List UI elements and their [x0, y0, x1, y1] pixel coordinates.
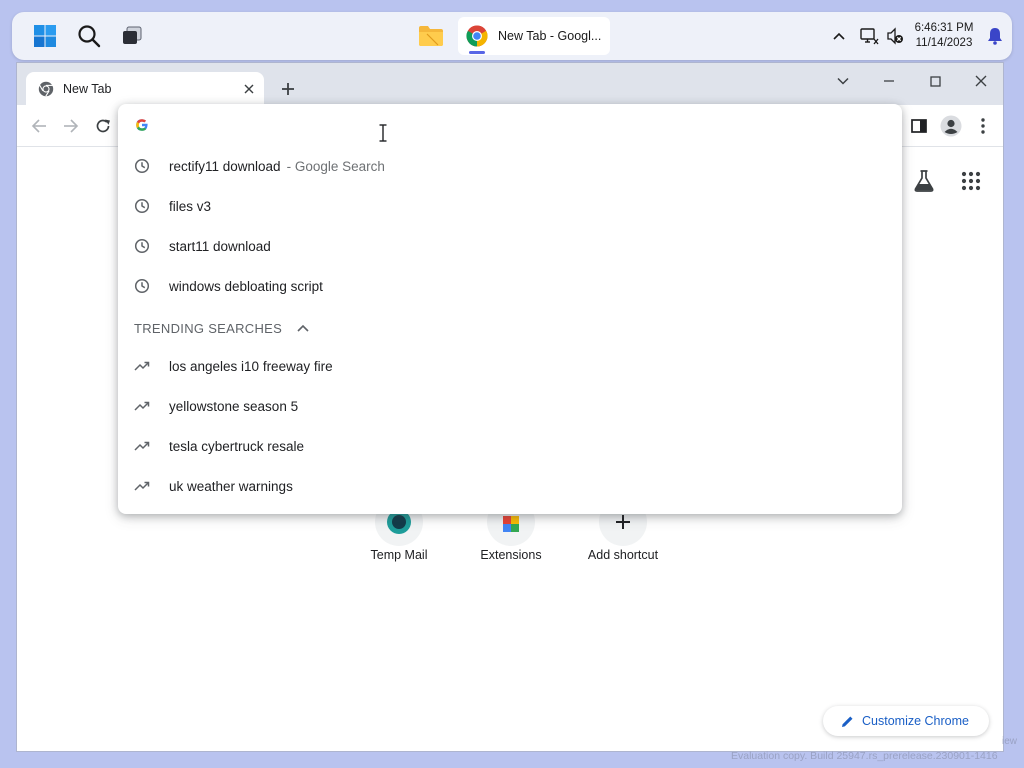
customize-chrome-label: Customize Chrome [862, 714, 969, 728]
clock-date: 11/14/2023 [915, 37, 973, 49]
shortcut-extensions[interactable]: Extensions [455, 548, 567, 562]
suggestion-history[interactable]: start11 download [118, 228, 902, 264]
title-bar: New Tab [17, 63, 1003, 105]
chrome-logo-icon [466, 25, 488, 47]
trending-up-icon [132, 356, 152, 376]
task-view-button[interactable] [115, 20, 149, 52]
trending-searches-title: TRENDING SEARCHES [134, 320, 283, 336]
windows-logo-icon [34, 25, 56, 47]
watermark-fragment: iew [1002, 736, 1018, 747]
shortcut-add[interactable]: Add shortcut [567, 548, 679, 562]
customize-chrome-button[interactable]: Customize Chrome [823, 706, 989, 736]
task-view-icon [123, 26, 142, 44]
folder-icon [419, 26, 443, 46]
notifications-button[interactable] [978, 20, 1012, 52]
clock-icon [132, 156, 152, 176]
clock-time: 6:46:31 PM [914, 22, 974, 34]
suggestion-history[interactable]: windows debloating script [118, 268, 902, 304]
suggestion-text: windows debloating script [169, 278, 323, 294]
close-icon [975, 75, 987, 87]
tab-title: New Tab [63, 81, 112, 96]
speaker-muted-icon [887, 27, 903, 45]
suggestion-text: uk weather warnings [169, 478, 293, 494]
search-icon [78, 25, 101, 48]
chrome-tab-icon [38, 81, 54, 96]
clock[interactable]: 6:46:31 PM 11/14/2023 [908, 21, 980, 51]
suggestion-history[interactable]: files v3 [118, 188, 902, 224]
suggestion-trending[interactable]: yellowstone season 5 [118, 388, 902, 424]
text-cursor-icon [379, 124, 387, 142]
labs-button[interactable] [909, 166, 939, 196]
minimize-button[interactable] [871, 67, 907, 95]
shortcut-temp-mail[interactable]: Temp Mail [343, 548, 455, 562]
suggestion-trending[interactable]: los angeles i10 freeway fire [118, 348, 902, 384]
suggestion-trending[interactable]: uk weather warnings [118, 468, 902, 504]
close-icon [244, 84, 254, 93]
trending-up-icon [132, 396, 152, 416]
suggestion-text: los angeles i10 freeway fire [169, 358, 333, 374]
tab-new-tab[interactable]: New Tab [26, 72, 264, 105]
pencil-icon [842, 716, 853, 727]
search-button[interactable] [72, 20, 106, 52]
reload-button[interactable] [90, 113, 116, 139]
bell-icon [988, 28, 1002, 45]
suggestion-text: yellowstone season 5 [169, 398, 299, 414]
suggestion-text: tesla cybertruck resale [169, 438, 305, 454]
suggestion-text: rectify11 download [169, 158, 281, 174]
chevron-up-icon [297, 324, 309, 332]
arrow-left-icon [31, 119, 46, 133]
taskbar-app-label: New Tab - Googl... [498, 29, 602, 43]
menu-button[interactable] [970, 113, 996, 139]
omnibox-input[interactable] [162, 112, 862, 138]
taskbar-chrome-app[interactable]: New Tab - Googl... [458, 17, 610, 55]
tab-close-button[interactable] [238, 78, 260, 100]
maximize-icon [929, 75, 941, 87]
omnibox[interactable] [118, 104, 902, 146]
reload-icon [96, 119, 110, 133]
collapse-trending-button[interactable] [294, 319, 312, 337]
suggestion-text: files v3 [169, 198, 212, 214]
new-tab-button[interactable] [275, 76, 301, 102]
plus-icon [282, 83, 294, 95]
apps-grid-icon [961, 171, 981, 191]
trending-up-icon [132, 436, 152, 456]
suggestion-trending[interactable]: tesla cybertruck resale [118, 428, 902, 464]
trending-up-icon [132, 476, 152, 496]
start-button[interactable] [28, 20, 62, 52]
google-apps-button[interactable] [956, 166, 986, 196]
side-panel-button[interactable] [906, 113, 932, 139]
volume-button[interactable] [878, 20, 912, 52]
maximize-button[interactable] [917, 67, 953, 95]
suggestion-history[interactable]: rectify11 download - Google Search [118, 148, 902, 184]
window-close-button[interactable] [963, 67, 999, 95]
clock-icon [132, 276, 152, 296]
arrow-right-icon [64, 119, 79, 133]
taskbar: New Tab - Googl... 6:46:31 PM 11/14/2023 [12, 12, 1012, 60]
trending-searches-header: TRENDING SEARCHES [134, 318, 312, 338]
side-panel-icon [911, 119, 927, 133]
evaluation-watermark: Evaluation copy. Build 25947.rs_prerelea… [731, 750, 998, 762]
chevron-up-icon [833, 32, 845, 40]
google-g-icon [136, 119, 148, 131]
suggestion-text: start11 download [169, 238, 271, 254]
chevron-down-icon [837, 77, 849, 85]
suggestion-description: - Google Search [286, 158, 385, 174]
forward-button[interactable] [58, 113, 84, 139]
profile-button[interactable] [938, 113, 964, 139]
file-explorer-button[interactable] [414, 20, 448, 52]
running-indicator [469, 51, 485, 54]
back-button[interactable] [26, 113, 52, 139]
network-disconnected-icon [860, 28, 879, 45]
avatar-icon [940, 115, 962, 137]
clock-icon [132, 196, 152, 216]
clock-icon [132, 236, 152, 256]
tab-search-button[interactable] [825, 67, 861, 95]
show-hidden-icons-button[interactable] [822, 20, 856, 52]
more-vertical-icon [981, 118, 985, 134]
omnibox-suggestions-dropdown: rectify11 download - Google Search files… [118, 104, 902, 514]
minimize-icon [884, 80, 894, 82]
flask-icon [914, 170, 934, 192]
